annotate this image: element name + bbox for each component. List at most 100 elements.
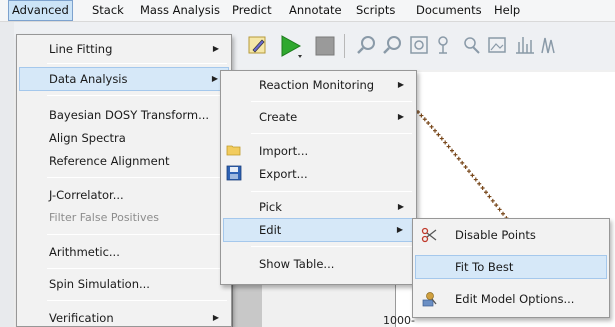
data-point: [467, 169, 471, 174]
menu-item-label: Show Table...: [259, 257, 335, 271]
data-point: [429, 124, 434, 129]
menu-item-label: Edit Model Options...: [455, 292, 575, 306]
zoom-in-icon[interactable]: [356, 34, 378, 56]
data-point: [460, 160, 465, 165]
multiplet-icon[interactable]: [540, 34, 562, 56]
menu-stack[interactable]: Stack: [92, 0, 124, 21]
menu-item-label: Edit: [259, 223, 282, 237]
menu-item-reference-alignment[interactable]: Reference Alignment: [19, 149, 229, 173]
stop-icon[interactable]: [314, 35, 336, 57]
menu-item-data-analysis[interactable]: Data Analysis ▶: [19, 67, 229, 91]
menu-separator: [47, 234, 227, 235]
menu-item-fit-to-best[interactable]: Fit To Best: [415, 255, 607, 279]
menu-separator: [251, 246, 412, 247]
menu-item-label: Export...: [259, 167, 308, 181]
menu-item-show-table[interactable]: Show Table...: [223, 252, 414, 276]
submenu-arrow-icon: ▶: [397, 202, 404, 211]
spectrum-icon[interactable]: [514, 34, 536, 56]
menu-separator: [47, 268, 227, 269]
menu-item-label: Line Fitting: [49, 42, 113, 56]
menu-item-label: Create: [259, 110, 298, 124]
data-point: [439, 136, 444, 141]
scissors-icon: [421, 227, 437, 243]
menu-annotate[interactable]: Annotate: [289, 0, 342, 21]
menu-item-label: Reference Alignment: [49, 154, 170, 168]
submenu-arrow-icon: ▶: [396, 225, 403, 234]
data-point: [494, 203, 499, 208]
data-point: [419, 113, 424, 118]
data-point: [490, 198, 495, 203]
menu-mass-analysis[interactable]: Mass Analysis: [140, 0, 220, 21]
data-point: [477, 181, 482, 186]
submenu-arrow-icon: ▶: [211, 74, 218, 83]
floppy-disk-icon: [226, 165, 242, 181]
submenu-arrow-icon: ▶: [212, 313, 219, 322]
data-point: [453, 152, 458, 157]
data-point: [456, 156, 461, 161]
menu-item-label: Fit To Best: [455, 260, 514, 274]
menu-item-j-correlator[interactable]: J-Correlator...: [19, 183, 229, 207]
menu-separator: [251, 133, 412, 134]
menu-item-verification[interactable]: Verification ▶: [19, 306, 229, 327]
submenu-arrow-icon: ▶: [212, 44, 219, 53]
menu-predict[interactable]: Predict: [232, 0, 272, 21]
menu-item-label: Disable Points: [455, 228, 536, 242]
data-point: [487, 194, 492, 199]
data-point: [497, 207, 502, 212]
data-point: [426, 121, 431, 126]
model-options-icon: [422, 292, 437, 307]
data-point: [436, 132, 441, 137]
menu-item-edit[interactable]: Edit ▶: [223, 218, 414, 242]
menu-item-edit-model-options[interactable]: Edit Model Options...: [415, 287, 607, 311]
menu-advanced[interactable]: Advanced: [8, 0, 73, 21]
menu-item-label: Align Spectra: [49, 131, 126, 145]
edit-pen-icon[interactable]: [247, 34, 269, 56]
menu-item-label: Verification: [49, 311, 114, 325]
data-point: [450, 148, 454, 153]
integrate-icon[interactable]: [460, 34, 482, 56]
menu-item-reaction-monitoring[interactable]: Reaction Monitoring ▶: [223, 73, 414, 97]
advanced-menu: Line Fitting ▶ Data Analysis ▶ Bayesian …: [16, 34, 232, 327]
data-point: [501, 211, 505, 216]
menu-bar: Advanced Stack Mass Analysis Predict Ann…: [0, 0, 615, 22]
menu-documents[interactable]: Documents: [416, 0, 482, 21]
menu-separator: [47, 95, 227, 96]
play-icon[interactable]: [278, 33, 304, 59]
menu-item-create[interactable]: Create ▶: [223, 105, 414, 129]
data-point: [480, 186, 485, 191]
image-icon[interactable]: [486, 34, 508, 56]
menu-item-arithmetic[interactable]: Arithmetic...: [19, 240, 229, 264]
menu-item-align-spectra[interactable]: Align Spectra: [19, 126, 229, 150]
data-analysis-submenu: Reaction Monitoring ▶ Create ▶ Import...…: [220, 70, 417, 285]
menu-item-filter-false-positives: Filter False Positives: [19, 206, 229, 230]
menu-separator: [47, 300, 227, 301]
peak-pick-icon[interactable]: [434, 34, 456, 56]
data-point: [443, 140, 448, 145]
menu-item-bayesian-dosy[interactable]: Bayesian DOSY Transform...: [19, 103, 229, 127]
menu-item-label: J-Correlator...: [49, 188, 124, 202]
menu-item-label: Import...: [259, 144, 309, 158]
menu-item-label: Arithmetic...: [49, 245, 120, 259]
zoom-out-icon[interactable]: [382, 34, 404, 56]
data-point: [463, 165, 468, 170]
menu-separator: [251, 101, 412, 102]
menu-item-label: Reaction Monitoring: [259, 78, 375, 92]
zoom-box-icon[interactable]: [408, 34, 430, 56]
menu-item-label: Filter False Positives: [49, 211, 159, 224]
menu-item-label: Data Analysis: [49, 72, 128, 86]
menu-item-pick[interactable]: Pick ▶: [223, 195, 414, 219]
menu-scripts[interactable]: Scripts: [356, 0, 395, 21]
edit-submenu: Disable Points Fit To Best Edit Model Op…: [412, 218, 610, 318]
menu-item-spin-simulation[interactable]: Spin Simulation...: [19, 272, 229, 296]
data-point: [484, 190, 488, 195]
menu-item-import[interactable]: Import...: [223, 139, 414, 163]
menu-item-line-fitting[interactable]: Line Fitting ▶: [19, 37, 229, 61]
menu-item-export[interactable]: Export...: [223, 162, 414, 186]
menu-help[interactable]: Help: [494, 0, 520, 21]
data-point: [470, 173, 475, 178]
menu-item-disable-points[interactable]: Disable Points: [415, 223, 607, 247]
left-panel: [0, 22, 14, 327]
menu-item-label: Spin Simulation...: [49, 277, 150, 291]
folder-icon: [226, 145, 241, 156]
menu-separator: [47, 63, 227, 64]
